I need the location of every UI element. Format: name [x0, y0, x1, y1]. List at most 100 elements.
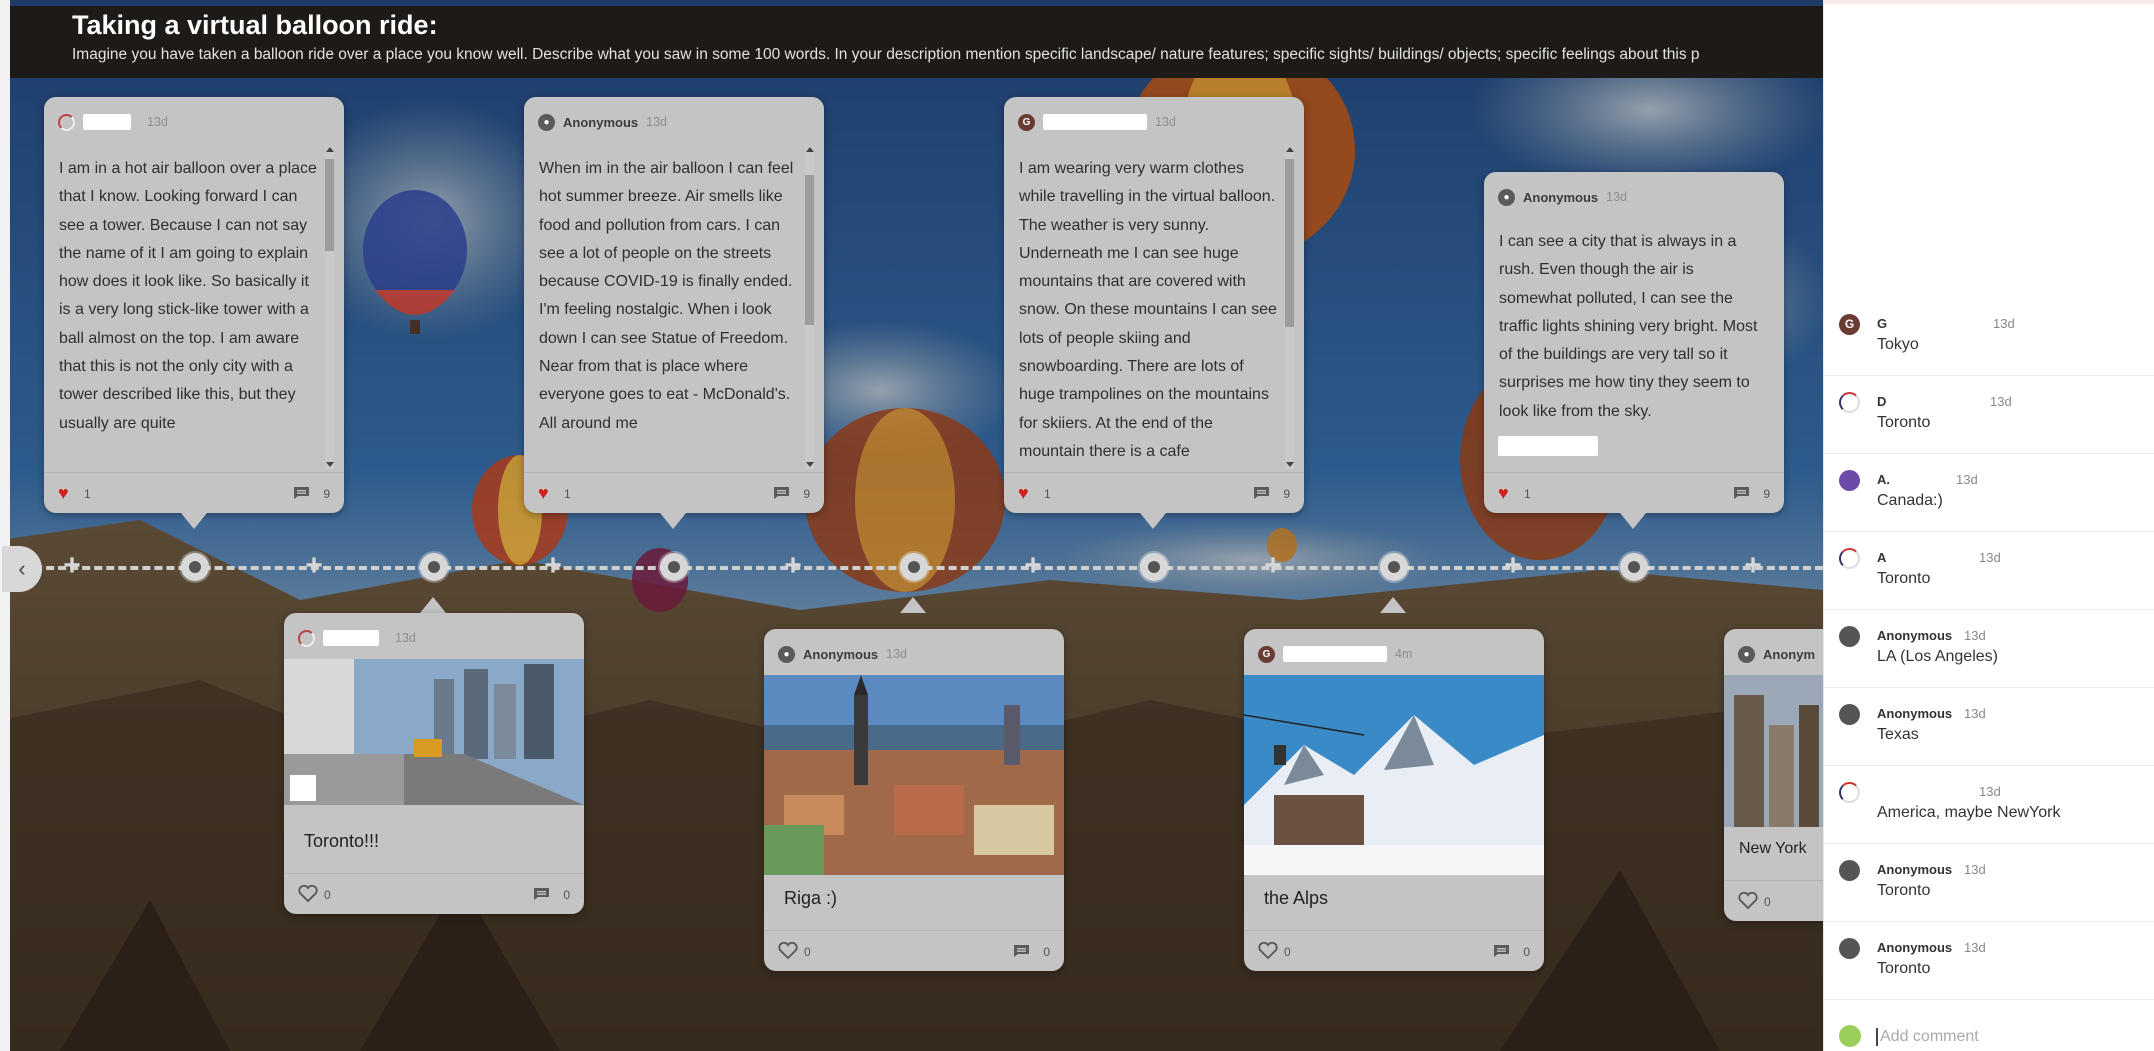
scroll-down-icon[interactable]	[806, 462, 814, 467]
comment-time: 13d	[1964, 628, 1986, 643]
post-footer: ♥ 1 9	[1484, 472, 1784, 513]
comment-count: 0	[1043, 945, 1050, 959]
like-count: 1	[84, 487, 91, 501]
heart-filled-icon[interactable]: ♥	[1018, 484, 1029, 502]
post-time: 13d	[886, 647, 907, 661]
like-count: 0	[1284, 945, 1291, 959]
timeline-node[interactable]	[181, 553, 209, 581]
post-header: ● Anonymous 13d	[538, 111, 667, 133]
scroll-down-icon[interactable]	[326, 462, 334, 467]
street-photo	[284, 659, 584, 805]
comment-icon[interactable]	[533, 887, 550, 901]
post-image[interactable]	[1724, 675, 1823, 827]
post-card[interactable]: 13d I am in a hot air balloon over a pla…	[44, 97, 344, 513]
comment-item[interactable]: A. 13d Canada:)	[1824, 454, 2154, 532]
comment-item[interactable]: Anonymous 13d Toronto	[1824, 922, 2154, 1000]
post-body: I am wearing very warm clothes while tra…	[1019, 160, 1277, 460]
comment-count: 9	[1283, 487, 1290, 501]
post-author: Anonym	[1763, 646, 1815, 662]
timeline-node[interactable]	[660, 553, 688, 581]
comment-time: 13d	[1964, 862, 1986, 877]
comment-time: 13d	[1964, 940, 1986, 955]
timeline-node[interactable]	[420, 553, 448, 581]
post-caption: Toronto!!!	[304, 831, 380, 851]
comment-item[interactable]: Anonymous 13d LA (Los Angeles)	[1824, 610, 2154, 688]
redacted-name	[83, 114, 131, 130]
board-description: Imagine you have taken a balloon ride ov…	[72, 46, 1700, 63]
add-post-plus-icon[interactable]: +	[1501, 551, 1525, 581]
redacted-name	[1283, 646, 1387, 662]
add-post-plus-icon[interactable]: +	[1261, 551, 1285, 581]
post-card[interactable]: ● Anonymous 13d When im in the air ballo…	[524, 97, 824, 513]
comment-item[interactable]: G G 13d Tokyo	[1824, 298, 2154, 376]
heart-outline-icon[interactable]	[1738, 892, 1758, 910]
comment-icon[interactable]	[1733, 486, 1750, 500]
anonymous-avatar-icon	[1839, 938, 1860, 959]
image-post-card[interactable]: ● Anonymous 13d Riga :) 0 0	[764, 629, 1064, 971]
comment-time: 13d	[1979, 550, 2001, 565]
heart-filled-icon[interactable]: ♥	[1498, 484, 1509, 502]
comment-item[interactable]: Anonymous 13d Toronto	[1824, 844, 2154, 922]
comment-text: Toronto	[1877, 960, 1931, 977]
timeline-node[interactable]	[1620, 553, 1648, 581]
post-header: ● Anonym	[1738, 643, 1815, 665]
add-post-plus-icon[interactable]: +	[781, 551, 805, 581]
add-comment-bar[interactable]: Add comment	[1824, 1011, 2154, 1051]
comment-icon[interactable]	[1493, 944, 1510, 958]
comment-item[interactable]: A 13d Toronto	[1824, 532, 2154, 610]
card-pointer	[181, 513, 207, 529]
comment-item[interactable]: Anonymous 13d Texas	[1824, 688, 2154, 766]
comment-item[interactable]: 13d America, maybe NewYork	[1824, 766, 2154, 844]
heart-filled-icon[interactable]: ♥	[58, 484, 69, 502]
add-comment-input[interactable]: Add comment	[1876, 1028, 1979, 1046]
heart-filled-icon[interactable]: ♥	[538, 484, 549, 502]
heart-outline-icon[interactable]	[1258, 942, 1278, 960]
post-card[interactable]: ● Anonymous 13d I can see a city that is…	[1484, 172, 1784, 513]
post-caption: Riga :)	[784, 888, 838, 908]
image-post-card[interactable]: G 4m the Alps 0 0	[1244, 629, 1544, 971]
scroll-thumb[interactable]	[1285, 159, 1294, 327]
post-image[interactable]	[1244, 675, 1544, 875]
anonymous-avatar-icon: ●	[1738, 645, 1755, 663]
comment-author: G	[1877, 316, 1888, 331]
post-image[interactable]	[284, 659, 584, 805]
heart-outline-icon[interactable]	[778, 942, 798, 960]
add-post-plus-icon[interactable]: +	[1741, 551, 1765, 581]
comment-count: 0	[1523, 945, 1530, 959]
scroll-up-icon[interactable]	[326, 147, 334, 152]
comment-icon[interactable]	[293, 486, 310, 500]
comment-count: 9	[1763, 487, 1770, 501]
post-card[interactable]: G 13d I am wearing very warm clothes whi…	[1004, 97, 1304, 513]
scroll-down-icon[interactable]	[1286, 462, 1294, 467]
post-time: 13d	[147, 115, 168, 129]
heart-outline-icon[interactable]	[298, 885, 318, 903]
board-header: Taking a virtual balloon ride: Imagine y…	[10, 6, 1823, 78]
timeline-node[interactable]	[1140, 553, 1168, 581]
comment-icon[interactable]	[773, 486, 790, 500]
add-post-plus-icon[interactable]: +	[541, 551, 565, 581]
timeline-node[interactable]	[900, 553, 928, 581]
post-footer: ♥ 1 9	[524, 472, 824, 513]
comment-icon[interactable]	[1013, 944, 1030, 958]
post-image[interactable]	[764, 675, 1064, 875]
post-scrollbar[interactable]	[805, 145, 814, 469]
scroll-up-icon[interactable]	[1286, 147, 1294, 152]
post-footer: ♥ 1 9	[44, 472, 344, 513]
image-post-card[interactable]: ● Anonym New York 0	[1724, 629, 1823, 921]
add-post-plus-icon[interactable]: +	[60, 551, 84, 581]
add-post-plus-icon[interactable]: +	[1021, 551, 1045, 581]
post-scrollbar[interactable]	[325, 145, 334, 469]
scroll-thumb[interactable]	[805, 175, 814, 325]
like-count: 0	[804, 945, 811, 959]
comment-icon[interactable]	[1253, 486, 1270, 500]
timeline-node[interactable]	[1380, 553, 1408, 581]
redacted-name	[1043, 114, 1147, 130]
add-post-plus-icon[interactable]: +	[302, 551, 326, 581]
scroll-up-icon[interactable]	[806, 147, 814, 152]
comment-item[interactable]: D 13d Toronto	[1824, 376, 2154, 454]
post-scrollbar[interactable]	[1285, 145, 1294, 469]
image-post-card[interactable]: 13d Toronto!!! 0 0	[284, 613, 584, 914]
scroll-thumb[interactable]	[325, 159, 334, 251]
like-count: 1	[1524, 487, 1531, 501]
comment-text: America, maybe NewYork	[1877, 804, 2061, 821]
